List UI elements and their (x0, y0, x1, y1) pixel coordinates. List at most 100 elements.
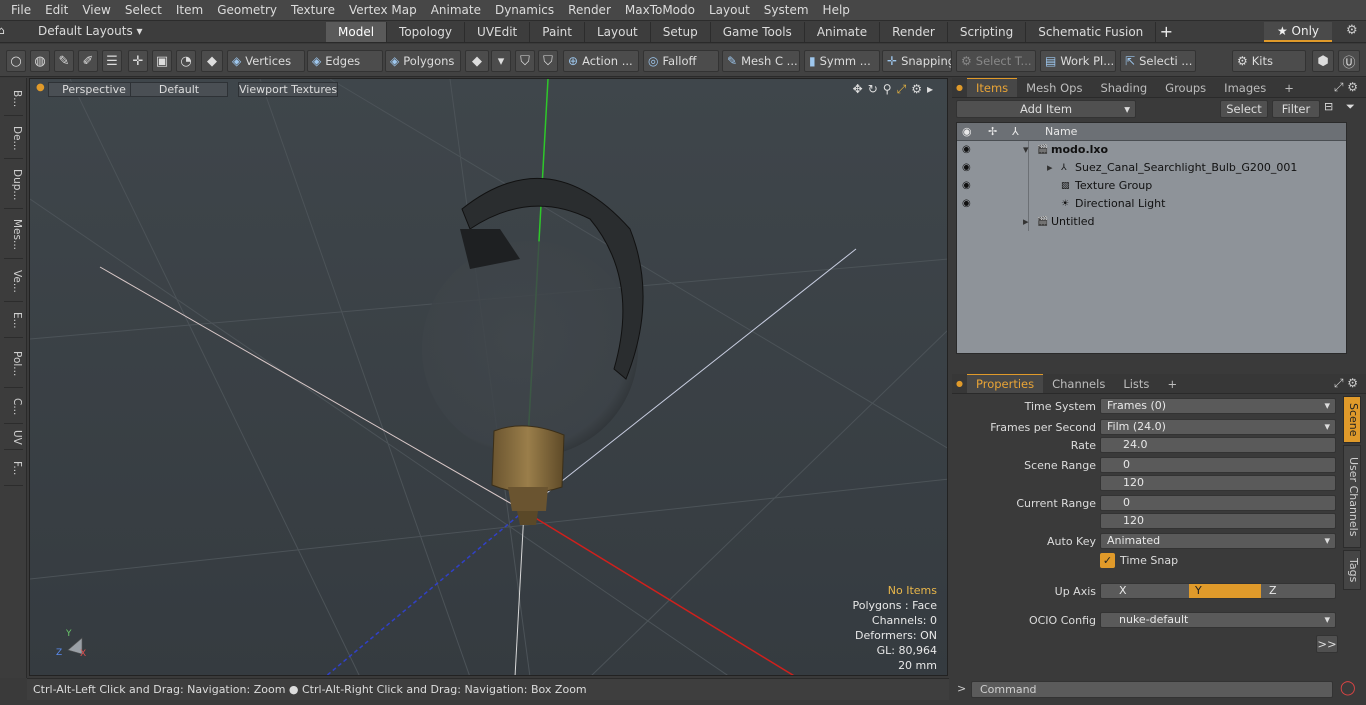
viewport-textures-button[interactable]: Viewport Textures (238, 82, 338, 97)
3d-viewport[interactable]: Z Y X ● Perspective Default Viewport Tex… (29, 78, 948, 676)
layout-selector[interactable]: Default Layouts ▾ (38, 24, 143, 38)
props-add-tab-icon[interactable]: + (1158, 375, 1186, 393)
globe-icon[interactable]: ◍ (30, 50, 50, 72)
visibility-eye-icon[interactable]: ◉ (962, 141, 976, 159)
left-tab-6[interactable]: Pol... (4, 340, 23, 388)
menu-item-maxtomodo[interactable]: MaxToModo (618, 0, 702, 21)
table-row[interactable]: ◉ ▧ Texture Group (957, 177, 1346, 195)
rotate-icon[interactable]: ↻ (868, 82, 878, 97)
menu-item-item[interactable]: Item (169, 0, 210, 21)
current-end-field[interactable]: 120 (1100, 513, 1336, 529)
up-axis-z[interactable]: Z (1269, 584, 1277, 598)
tab-game-tools[interactable]: Game Tools (711, 22, 805, 42)
snapping-button[interactable]: ✛ Snapping (882, 50, 952, 72)
menu-item-help[interactable]: Help (816, 0, 857, 21)
mesh-button[interactable]: ✎ Mesh C ... (722, 50, 800, 72)
gear-icon[interactable]: ⚙ (1346, 23, 1358, 38)
side-tab-user-channels[interactable]: User Channels (1343, 445, 1361, 548)
pen-icon[interactable]: ✎ (54, 50, 74, 72)
props-tab-channels[interactable]: Channels (1043, 375, 1114, 393)
home-icon[interactable]: ⌂ (0, 24, 5, 37)
left-tab-1[interactable]: De... (4, 118, 23, 159)
viewport-scene[interactable]: Z Y X (30, 79, 948, 676)
tab-layout[interactable]: Layout (585, 22, 651, 42)
menu-item-system[interactable]: System (757, 0, 816, 21)
items-tab-groups[interactable]: Groups (1156, 79, 1215, 97)
edges-button[interactable]: ◈ Edges (307, 50, 383, 72)
move-icon[interactable]: ✥ (853, 82, 863, 97)
tab-render[interactable]: Render (880, 22, 948, 42)
menu-item-vertex-map[interactable]: Vertex Map (342, 0, 424, 21)
unreal-icon[interactable]: Ⓤ (1338, 50, 1360, 72)
scene-start-field[interactable]: 0 (1100, 457, 1336, 473)
align-icon[interactable]: ☰ (102, 50, 122, 72)
props-tab-properties[interactable]: Properties (966, 374, 1044, 393)
left-tab-2[interactable]: Dup... (4, 161, 23, 209)
kits-button[interactable]: ⚙ Kits (1232, 50, 1306, 72)
tab-topology[interactable]: Topology (387, 22, 466, 42)
side-tab-scene[interactable]: Scene (1343, 396, 1361, 443)
select-through-button[interactable]: ⚙ Select T... (956, 50, 1036, 72)
dropdown-icon[interactable]: ▾ (491, 50, 511, 72)
add-item-button[interactable]: Add Item ▾ (956, 100, 1136, 118)
action-button[interactable]: ⊕ Action ... (563, 50, 639, 72)
center-icon[interactable]: ✛ (128, 50, 148, 72)
menu-item-edit[interactable]: Edit (38, 0, 75, 21)
side-tab-tags[interactable]: Tags (1343, 550, 1361, 590)
props-panel-gear-icon[interactable]: ⤢ ⚙ (1334, 376, 1358, 391)
funnel-icon[interactable]: ⏷ (1346, 100, 1355, 114)
item-list[interactable]: ◉ ✢ ⅄ Name ◉ ▾ 🎬 modo.lxo ◉ ▸ ⅄ Suez_Canal_Sear… (956, 122, 1347, 354)
tab-uvedit[interactable]: UVEdit (465, 22, 531, 42)
left-tab-3[interactable]: Mes... (4, 211, 23, 259)
props-panel-dot[interactable]: ● (952, 379, 967, 388)
filter-button[interactable]: Filter (1272, 100, 1320, 118)
menu-item-geometry[interactable]: Geometry (210, 0, 284, 21)
left-tab-8[interactable]: UV (4, 426, 23, 450)
zoom-icon[interactable]: ⚲ (883, 82, 892, 97)
table-row[interactable]: ◉ ▾ 🎬 modo.lxo (957, 141, 1346, 159)
menu-item-animate[interactable]: Animate (424, 0, 488, 21)
fps-dropdown[interactable]: Film (24.0) (1100, 419, 1336, 435)
up-axis-x[interactable]: X (1119, 584, 1127, 598)
polygons-button[interactable]: ◈ Polygons (385, 50, 461, 72)
material-cube-icon[interactable]: ◆ (465, 50, 489, 72)
record-icon[interactable]: ◯ (1340, 680, 1356, 696)
table-row[interactable]: ◉ ☀ Directional Light (957, 195, 1346, 213)
circle-select-icon[interactable]: ○ (6, 50, 26, 72)
items-tab-shading[interactable]: Shading (1091, 79, 1156, 97)
expand-arrow-icon[interactable]: ▸ (1047, 159, 1053, 177)
name-column-header[interactable]: Name (1045, 123, 1077, 141)
selection-button[interactable]: ⇱ Selecti ... (1120, 50, 1196, 72)
maximize-icon[interactable]: ⤢ (897, 82, 907, 97)
command-input[interactable]: Command (971, 681, 1333, 698)
auto-key-dropdown[interactable]: Animated (1100, 533, 1336, 549)
current-start-field[interactable]: 0 (1100, 495, 1336, 511)
left-tab-0[interactable]: B... (4, 82, 23, 116)
symmetry-button[interactable]: ▮ Symm ... (804, 50, 880, 72)
left-tab-7[interactable]: C... (4, 390, 23, 424)
menu-item-file[interactable]: File (4, 0, 38, 21)
tab-model[interactable]: Model (326, 22, 388, 42)
select-button[interactable]: Select (1220, 100, 1268, 118)
menu-item-layout[interactable]: Layout (702, 0, 757, 21)
only-button[interactable]: ★ Only (1264, 22, 1332, 42)
menu-item-render[interactable]: Render (561, 0, 618, 21)
expand-button[interactable]: >> (1316, 635, 1338, 653)
work-plane-button[interactable]: ▤ Work Pl... (1040, 50, 1116, 72)
table-row[interactable]: ▸ 🎬 Untitled (957, 213, 1346, 231)
unity-icon[interactable]: ⬢ (1312, 50, 1334, 72)
rate-field[interactable]: 24.0 (1100, 437, 1336, 453)
items-tab-items[interactable]: Items (966, 78, 1018, 97)
time-system-dropdown[interactable]: Frames (0) (1100, 398, 1336, 414)
menu-item-dynamics[interactable]: Dynamics (488, 0, 561, 21)
items-panel-dot[interactable]: ● (952, 83, 967, 92)
perspective-button[interactable]: Perspective (48, 82, 140, 97)
tab-schematic-fusion[interactable]: Schematic Fusion (1026, 22, 1157, 42)
visibility-eye-icon[interactable]: ◉ (962, 195, 976, 213)
left-tab-9[interactable]: F... (4, 452, 23, 486)
vertices-button[interactable]: ◈ Vertices (227, 50, 305, 72)
add-tab-icon[interactable]: + (1156, 22, 1176, 42)
visibility-eye-icon[interactable]: ◉ (962, 159, 976, 177)
tab-setup[interactable]: Setup (651, 22, 711, 42)
falloff-button[interactable]: ◎ Falloff (643, 50, 719, 72)
